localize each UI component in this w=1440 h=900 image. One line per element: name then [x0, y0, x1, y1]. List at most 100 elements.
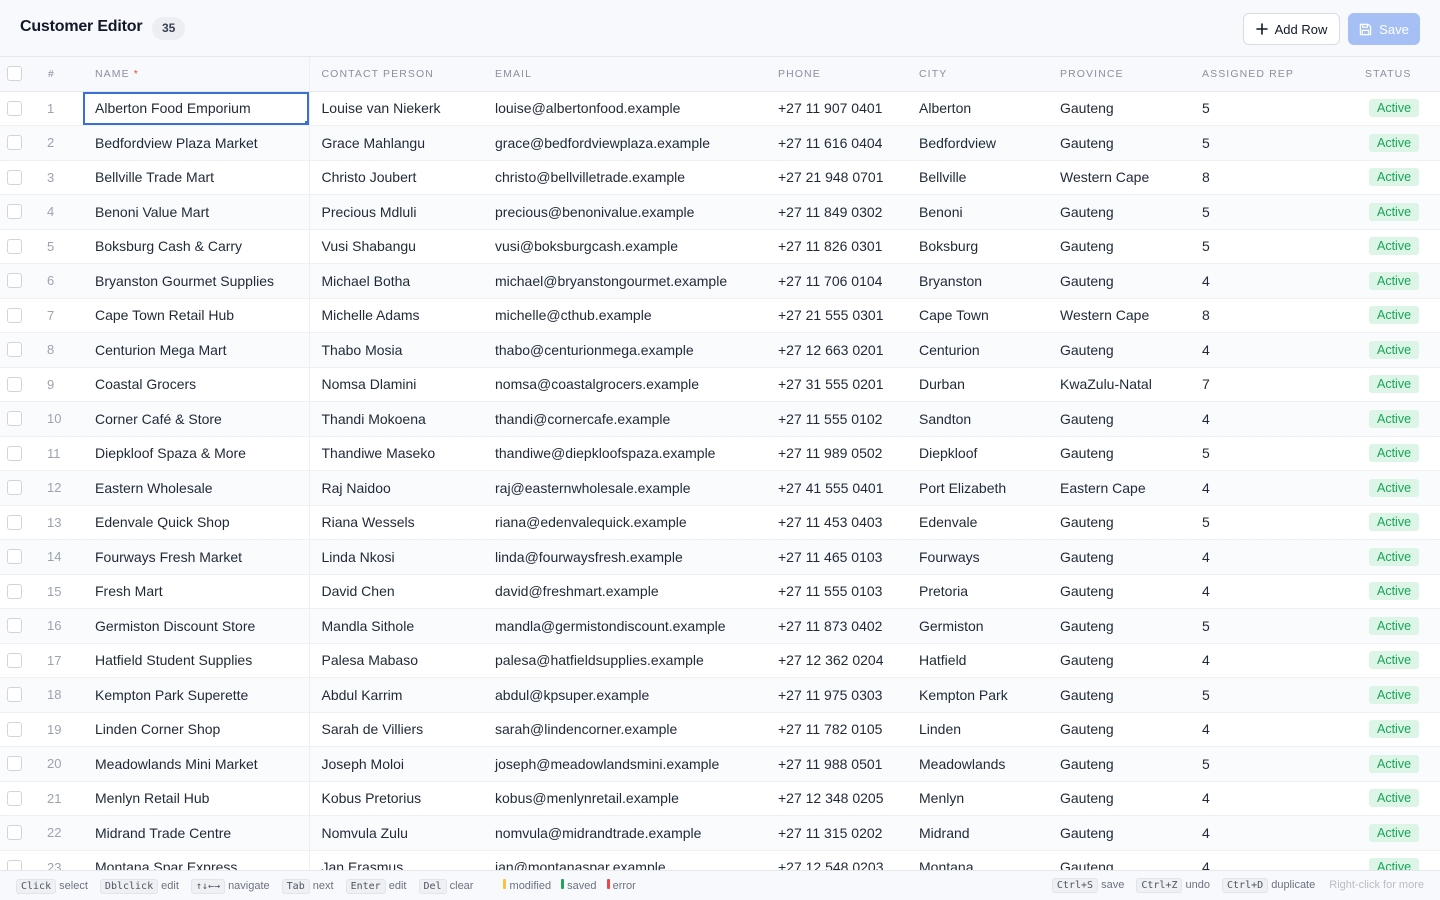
cell-province[interactable]: Gauteng: [1048, 263, 1190, 299]
table-row[interactable]: 3 Bellville Trade Mart Christo Joubert chri…: [0, 160, 1440, 195]
table-row[interactable]: 1 Alberton Food Emporium Louise van Nieker…: [0, 91, 1440, 126]
column-header-contact[interactable]: CONTACT PERSON: [309, 57, 483, 92]
cell-province[interactable]: Western Cape: [1048, 298, 1190, 333]
row-checkbox[interactable]: [7, 480, 22, 496]
row-checkbox[interactable]: [7, 549, 22, 565]
row-checkbox[interactable]: [7, 376, 22, 392]
cell-phone[interactable]: +27 12 362 0204: [766, 643, 907, 678]
cell-city[interactable]: Bedfordview: [907, 125, 1048, 161]
table-row[interactable]: 11 Diepkloof Spaza & More Thandiwe Maseko t…: [0, 436, 1440, 471]
cell-city[interactable]: Port Elizabeth: [907, 470, 1048, 506]
row-checkbox[interactable]: [7, 514, 22, 530]
cell-city[interactable]: Sandton: [907, 401, 1048, 437]
cell-contact[interactable]: Nomvula Zulu: [309, 815, 483, 851]
cell-rep[interactable]: 4: [1190, 401, 1353, 437]
row-checkbox[interactable]: [7, 618, 22, 634]
table-row[interactable]: 20 Meadowlands Mini Market Joseph Moloi jos…: [0, 746, 1440, 782]
cell-email[interactable]: joseph@meadowlandsmini.example: [483, 746, 766, 782]
row-checkbox[interactable]: [7, 756, 22, 772]
cell-status[interactable]: Active: [1353, 712, 1440, 747]
cell-status[interactable]: Active: [1353, 194, 1440, 230]
cell-province[interactable]: Gauteng: [1048, 712, 1190, 747]
table-row[interactable]: 21 Menlyn Retail Hub Kobus Pretorius kobus@…: [0, 781, 1440, 816]
table-row[interactable]: 7 Cape Town Retail Hub Michelle Adams miche…: [0, 298, 1440, 333]
cell-province[interactable]: Gauteng: [1048, 125, 1190, 161]
cell-status[interactable]: Active: [1353, 643, 1440, 678]
cell-city[interactable]: Boksburg: [907, 229, 1048, 264]
cell-email[interactable]: sarah@lindencorner.example: [483, 712, 766, 747]
cell-city[interactable]: Pretoria: [907, 574, 1048, 609]
cell-phone[interactable]: +27 11 826 0301: [766, 229, 907, 264]
cell-phone[interactable]: +27 11 873 0402: [766, 608, 907, 644]
cell-email[interactable]: michael@bryanstongourmet.example: [483, 263, 766, 299]
cell-province[interactable]: Gauteng: [1048, 229, 1190, 264]
cell-province[interactable]: Gauteng: [1048, 574, 1190, 609]
cell-contact[interactable]: Abdul Karrim: [309, 677, 483, 713]
cell-province[interactable]: Gauteng: [1048, 194, 1190, 230]
cell-phone[interactable]: +27 11 555 0102: [766, 401, 907, 437]
cell-city[interactable]: Cape Town: [907, 298, 1048, 333]
cell-contact[interactable]: Michael Botha: [309, 263, 483, 299]
cell-name[interactable]: Coastal Grocers: [83, 367, 310, 402]
row-checkbox[interactable]: [7, 135, 22, 151]
cell-rep[interactable]: 5: [1190, 677, 1353, 713]
cell-email[interactable]: precious@benonivalue.example: [483, 194, 766, 230]
table-row[interactable]: 10 Corner Café & Store Thandi Mokoena thand…: [0, 401, 1440, 437]
cell-province[interactable]: Eastern Cape: [1048, 470, 1190, 506]
cell-status[interactable]: Active: [1353, 332, 1440, 368]
row-checkbox[interactable]: [7, 859, 22, 870]
cell-contact[interactable]: Linda Nkosi: [309, 539, 483, 575]
cell-name[interactable]: Bellville Trade Mart: [83, 160, 310, 195]
row-checkbox[interactable]: [7, 652, 22, 668]
cell-email[interactable]: kobus@menlynretail.example: [483, 781, 766, 816]
cell-email[interactable]: grace@bedfordviewplaza.example: [483, 125, 766, 161]
row-checkbox[interactable]: [7, 583, 22, 599]
select-all-checkbox[interactable]: [7, 66, 22, 82]
cell-email[interactable]: linda@fourwaysfresh.example: [483, 539, 766, 575]
column-header-rep[interactable]: ASSIGNED REP: [1190, 57, 1353, 92]
cell-rep[interactable]: 4: [1190, 850, 1353, 870]
cell-status[interactable]: Active: [1353, 781, 1440, 816]
cell-name[interactable]: Linden Corner Shop: [83, 712, 310, 747]
cell-contact[interactable]: Grace Mahlangu: [309, 125, 483, 161]
cell-email[interactable]: thandi@cornercafe.example: [483, 401, 766, 437]
cell-rep[interactable]: 5: [1190, 229, 1353, 264]
cell-phone[interactable]: +27 11 907 0401: [766, 91, 907, 126]
cell-name[interactable]: Eastern Wholesale: [83, 470, 310, 506]
cell-email[interactable]: vusi@boksburgcash.example: [483, 229, 766, 264]
cell-name[interactable]: Bryanston Gourmet Supplies: [83, 263, 310, 299]
cell-contact[interactable]: Thandiwe Maseko: [309, 436, 483, 471]
cell-name[interactable]: Meadowlands Mini Market: [83, 746, 310, 782]
cell-city[interactable]: Bellville: [907, 160, 1048, 195]
cell-status[interactable]: Active: [1353, 850, 1440, 870]
cell-province[interactable]: Gauteng: [1048, 436, 1190, 471]
cell-city[interactable]: Alberton: [907, 91, 1048, 126]
cell-phone[interactable]: +27 21 948 0701: [766, 160, 907, 195]
column-header-city[interactable]: CITY: [907, 57, 1048, 92]
cell-phone[interactable]: +27 11 555 0103: [766, 574, 907, 609]
cell-city[interactable]: Centurion: [907, 332, 1048, 368]
cell-contact[interactable]: Palesa Mabaso: [309, 643, 483, 678]
cell-phone[interactable]: +27 11 975 0303: [766, 677, 907, 713]
column-header-phone[interactable]: PHONE: [766, 57, 907, 92]
cell-name[interactable]: Menlyn Retail Hub: [83, 781, 310, 816]
cell-rep[interactable]: 4: [1190, 470, 1353, 506]
table-row[interactable]: 6 Bryanston Gourmet Supplies Michael Botha…: [0, 263, 1440, 299]
save-button[interactable]: Save: [1348, 13, 1420, 45]
cell-city[interactable]: Edenvale: [907, 505, 1048, 540]
cell-name[interactable]: Cape Town Retail Hub: [83, 298, 310, 333]
row-checkbox[interactable]: [7, 825, 22, 841]
cell-city[interactable]: Durban: [907, 367, 1048, 402]
table-row[interactable]: 15 Fresh Mart David Chen david@freshmart.ex…: [0, 574, 1440, 609]
cell-rep[interactable]: 4: [1190, 815, 1353, 851]
cell-rep[interactable]: 4: [1190, 263, 1353, 299]
cell-status[interactable]: Active: [1353, 539, 1440, 575]
table-row[interactable]: 23 Montana Spar Express Jan Erasmus jan@mon…: [0, 850, 1440, 870]
cell-status[interactable]: Active: [1353, 574, 1440, 609]
cell-contact[interactable]: Nomsa Dlamini: [309, 367, 483, 402]
cell-province[interactable]: Gauteng: [1048, 746, 1190, 782]
cell-province[interactable]: Gauteng: [1048, 401, 1190, 437]
cell-province[interactable]: Gauteng: [1048, 332, 1190, 368]
cell-city[interactable]: Montana: [907, 850, 1048, 870]
cell-rep[interactable]: 4: [1190, 712, 1353, 747]
